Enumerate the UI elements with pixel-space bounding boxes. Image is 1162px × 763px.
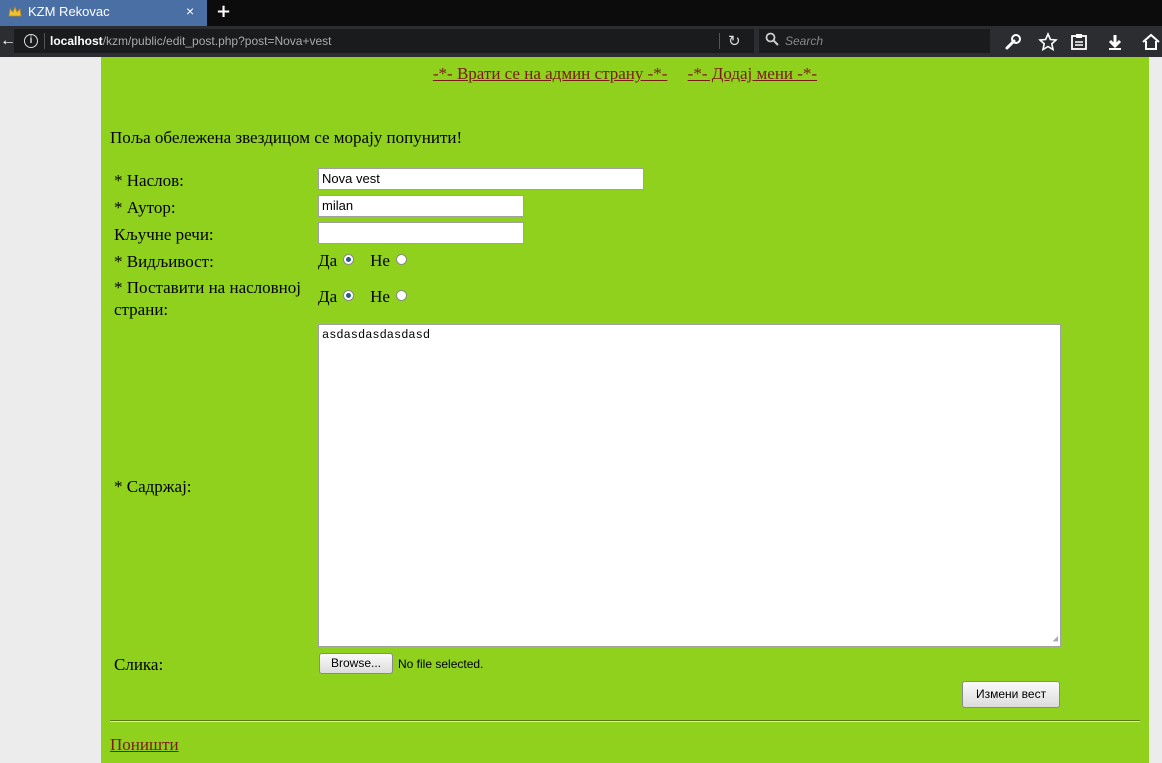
image-label: Слика: (114, 655, 164, 674)
search-bar[interactable]: Search (759, 29, 990, 53)
frontpage-label-line2: страни: (114, 300, 169, 319)
url-divider-right (719, 33, 720, 49)
home-icon[interactable] (1141, 32, 1161, 52)
no-file-text: No file selected. (398, 657, 484, 671)
reading-list-icon[interactable] (1069, 32, 1089, 52)
content-textarea[interactable]: asdasdasdasdasd ◢ (318, 324, 1061, 647)
url-divider (44, 33, 45, 49)
tab-close-icon[interactable]: × (186, 3, 194, 19)
top-links: -*- Врати се на админ страну -*- -*- Дод… (101, 64, 1149, 84)
info-icon[interactable]: i (24, 34, 38, 48)
visibility-options: Да Не (318, 251, 407, 271)
new-tab-icon[interactable]: + (216, 1, 231, 22)
active-tab[interactable]: KZM Rekovac × (0, 0, 207, 26)
wrench-icon[interactable] (1003, 32, 1023, 52)
author-label: * Аутор: (114, 198, 176, 217)
visibility-label: * Видљивост: (114, 252, 214, 271)
divider (110, 720, 1140, 722)
frontpage-no-label: Не (370, 287, 390, 306)
cancel-link[interactable]: Поништи (110, 735, 179, 755)
frontpage-yes-radio[interactable] (343, 290, 355, 301)
search-icon (765, 32, 779, 46)
page-content: -*- Врати се на админ страну -*- -*- Дод… (101, 57, 1149, 763)
visibility-yes-radio[interactable] (343, 254, 355, 265)
visibility-no-label: Не (370, 251, 390, 270)
title-input[interactable]: Nova vest (318, 168, 644, 190)
keywords-label: Кључне речи: (114, 225, 214, 244)
visibility-yes-label: Да (318, 251, 338, 270)
add-menu-link[interactable]: -*- Додај мени -*- (688, 64, 817, 83)
url-bar[interactable]: i localhost/kzm/public/edit_post.php?pos… (14, 29, 754, 53)
frontpage-yes-label: Да (318, 287, 338, 306)
bookmark-star-icon[interactable] (1038, 32, 1058, 52)
tab-bar: KZM Rekovac × + (0, 0, 1162, 26)
search-placeholder: Search (785, 34, 824, 48)
required-fields-notice: Поља обележена звездицом се морају попун… (110, 128, 463, 147)
content-label: * Садржај: (114, 477, 192, 496)
author-input[interactable]: milan (318, 195, 524, 217)
reload-icon[interactable]: ↻ (728, 32, 741, 50)
frontpage-options: Да Не (318, 287, 407, 307)
visibility-no-radio[interactable] (395, 254, 407, 265)
title-label: * Наслов: (114, 171, 184, 190)
url-path: /kzm/public/edit_post.php?post=Nova+vest (102, 34, 332, 48)
resize-grip-icon[interactable]: ◢ (1053, 634, 1058, 644)
tab-title: KZM Rekovac (28, 4, 110, 19)
admin-page-link[interactable]: -*- Врати се на админ страну -*- (433, 64, 668, 83)
crown-favicon-icon (8, 6, 22, 17)
submit-button[interactable]: Измени вест (962, 681, 1060, 708)
url-host: localhost (50, 34, 103, 48)
frontpage-no-radio[interactable] (395, 290, 407, 301)
url-text[interactable]: localhost/kzm/public/edit_post.php?post=… (50, 34, 332, 48)
content-text: asdasdasdasdasd (322, 328, 431, 342)
frontpage-label-line1: * Поставити на насловној (114, 278, 301, 297)
download-icon[interactable] (1105, 32, 1125, 52)
browse-button[interactable]: Browse... (319, 653, 393, 674)
nav-bar: ← i localhost/kzm/public/edit_post.php?p… (0, 26, 1162, 57)
scrollbar-area[interactable] (1149, 57, 1162, 763)
keywords-input[interactable] (318, 222, 524, 244)
